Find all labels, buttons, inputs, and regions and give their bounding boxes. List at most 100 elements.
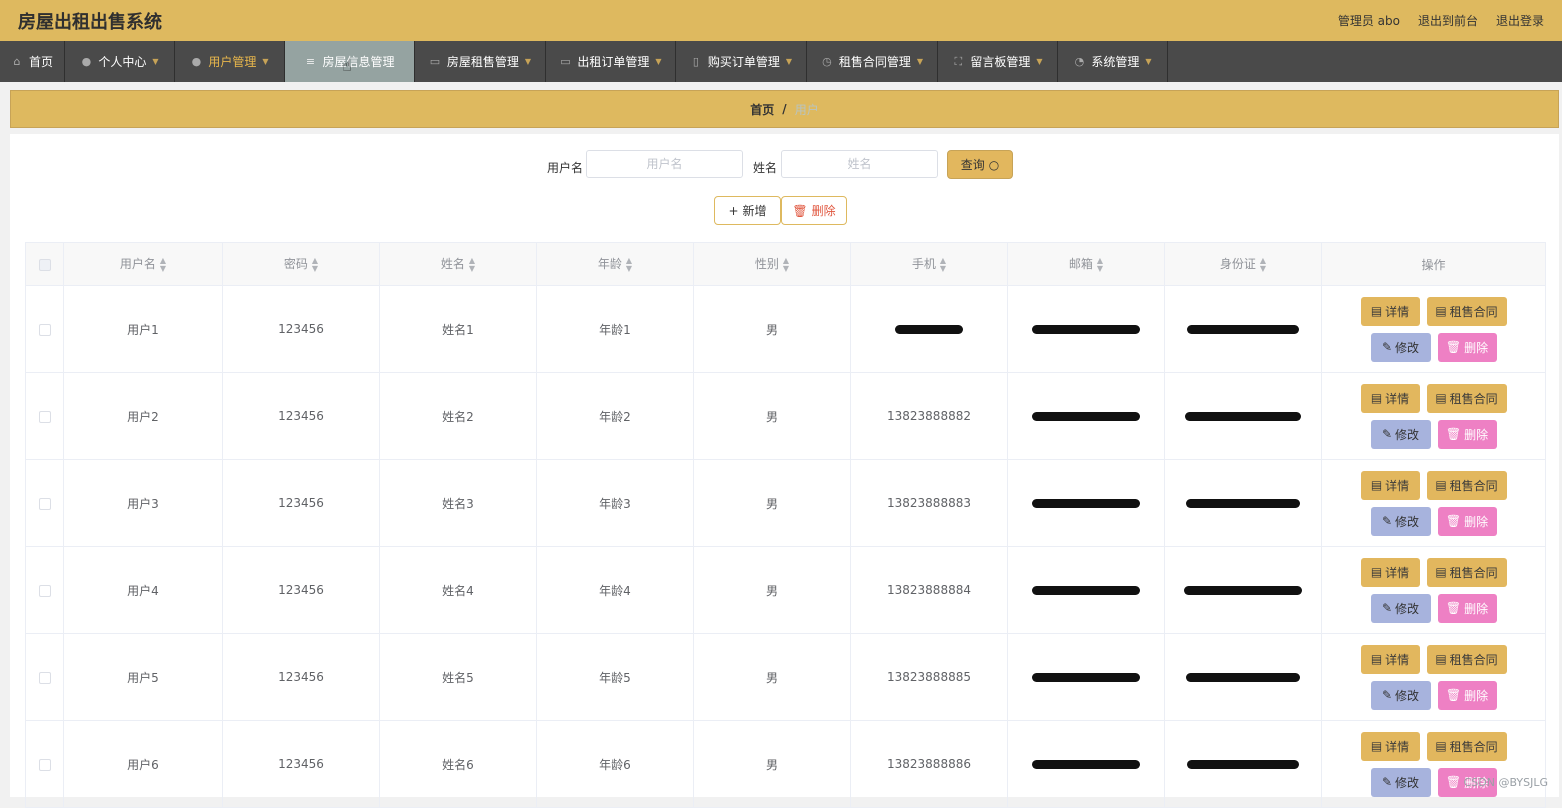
detail-button[interactable]: ▤ 详情 — [1360, 644, 1420, 674]
sort-icon[interactable]: ▲ ▼ — [1097, 256, 1103, 273]
detail-button[interactable]: ▤ 详情 — [1360, 731, 1420, 761]
document-icon: ▤ — [1370, 739, 1383, 753]
nav-item-system-management[interactable]: ◔ 系统管理 ▼ — [1058, 41, 1168, 82]
to-frontend-link[interactable]: 退出到前台 — [1418, 12, 1478, 29]
contract-button[interactable]: ▤ 租售合同 — [1426, 557, 1507, 587]
sort-icon[interactable]: ▲ ▼ — [940, 256, 946, 273]
edit-button[interactable]: ✎ 修改 — [1370, 680, 1431, 710]
cell-email — [1007, 285, 1165, 373]
cell-phone — [850, 285, 1008, 373]
select-all-checkbox[interactable] — [38, 258, 51, 271]
remove-button[interactable]: 🗑 删除 — [1437, 593, 1497, 623]
logout-link[interactable]: 退出登录 — [1496, 12, 1544, 29]
cell-gender: 男 — [693, 633, 851, 721]
redaction-mark — [1032, 760, 1140, 769]
edit-button[interactable]: ✎ 修改 — [1370, 767, 1431, 797]
detail-button[interactable]: ▤ 详情 — [1360, 296, 1420, 326]
sort-icon[interactable]: ▲ ▼ — [783, 256, 789, 273]
chevron-down-icon: ▼ — [524, 57, 532, 66]
row-actions-top: ▤ 详情 ▤ 租售合同 — [1360, 731, 1507, 761]
col-username[interactable]: 用户名 ▲ ▼ — [63, 242, 223, 286]
edit-label: 修改 — [1395, 688, 1420, 703]
watermark: CSDN @BYSJLG — [1463, 776, 1548, 789]
detail-button[interactable]: ▤ 详情 — [1360, 470, 1420, 500]
cell-age: 年龄3 — [536, 459, 694, 547]
hand-cursor-icon: ☝ — [342, 56, 352, 75]
remove-button[interactable]: 🗑 删除 — [1437, 332, 1497, 362]
col-id-card[interactable]: 身份证 ▲ ▼ — [1164, 242, 1322, 286]
detail-button[interactable]: ▤ 详情 — [1360, 383, 1420, 413]
nav-label: 房屋租售管理 — [446, 55, 519, 69]
contract-button[interactable]: ▤ 租售合同 — [1426, 296, 1507, 326]
col-phone[interactable]: 手机 ▲ ▼ — [850, 242, 1008, 286]
nav-item-message-board[interactable]: ⛶ 留言板管理 ▼ — [938, 41, 1058, 82]
row-checkbox[interactable] — [38, 584, 51, 597]
contract-button[interactable]: ▤ 租售合同 — [1426, 731, 1507, 761]
sort-icon[interactable]: ▲ ▼ — [312, 256, 318, 273]
remove-button[interactable]: 🗑 删除 — [1437, 506, 1497, 536]
edit-label: 修改 — [1395, 601, 1420, 616]
sort-icon[interactable]: ▲ ▼ — [469, 256, 475, 273]
redaction-mark — [1186, 673, 1300, 682]
table-row: 用户6 123456 姓名6 年龄6 男 13823888886 ▤ 详情 ▤ 租售… — [25, 720, 1546, 808]
remove-button[interactable]: 🗑 删除 — [1437, 419, 1497, 449]
header-label: 手机 — [911, 257, 936, 272]
nav-item-home[interactable]: ⌂ 首页 — [0, 41, 65, 82]
contract-button[interactable]: ▤ 租售合同 — [1426, 470, 1507, 500]
row-checkbox[interactable] — [38, 758, 51, 771]
sort-icon[interactable]: ▲ ▼ — [160, 256, 166, 273]
detail-label: 详情 — [1385, 739, 1410, 754]
edit-button[interactable]: ✎ 修改 — [1370, 593, 1431, 623]
col-password[interactable]: 密码 ▲ ▼ — [222, 242, 380, 286]
nav-item-house-rent-sale[interactable]: ▭ 房屋租售管理 ▼ — [415, 41, 546, 82]
username-search-input[interactable] — [586, 150, 743, 178]
remove-label: 删除 — [1464, 688, 1489, 703]
col-email[interactable]: 邮箱 ▲ ▼ — [1007, 242, 1165, 286]
nav-item-contract-management[interactable]: ◷ 租售合同管理 ▼ — [807, 41, 938, 82]
remove-label: 删除 — [1464, 601, 1489, 616]
query-button[interactable]: 查询 ○ — [947, 150, 1013, 179]
row-select-cell — [25, 633, 64, 721]
nav-label: 用户管理 — [208, 55, 257, 69]
breadcrumb-home[interactable]: 首页 — [750, 101, 774, 118]
list-icon: ≡ — [305, 55, 316, 68]
breadcrumb-current: 用户 — [794, 102, 819, 117]
nav-label: 购买订单管理 — [707, 55, 780, 69]
header-label: 年龄 — [597, 257, 622, 272]
row-checkbox[interactable] — [38, 497, 51, 510]
name-search-input[interactable] — [781, 150, 938, 178]
fullscreen-icon: ⛶ — [954, 54, 963, 68]
cell-actions: ▤ 详情 ▤ 租售合同 ✎ 修改 🗑 删除 — [1321, 546, 1546, 634]
header-label: 邮箱 — [1068, 257, 1093, 272]
header-label: 性别 — [754, 257, 779, 272]
col-gender[interactable]: 性别 ▲ ▼ — [693, 242, 851, 286]
sort-icon[interactable]: ▲ ▼ — [1260, 256, 1266, 273]
edit-button[interactable]: ✎ 修改 — [1370, 332, 1431, 362]
contract-button[interactable]: ▤ 租售合同 — [1426, 383, 1507, 413]
cell-username: 用户1 — [63, 285, 223, 373]
main-nav: ⌂ 首页 ● 个人中心 ▼ ● 用户管理 ▼ ≡ 房屋信息管理 ▭ 房屋租售管理… — [0, 41, 1562, 82]
nav-item-user-management[interactable]: ● 用户管理 ▼ — [175, 41, 285, 82]
detail-button[interactable]: ▤ 详情 — [1360, 557, 1420, 587]
edit-button[interactable]: ✎ 修改 — [1370, 506, 1431, 536]
sort-icon[interactable]: ▲ ▼ — [626, 256, 632, 273]
col-age[interactable]: 年龄 ▲ ▼ — [536, 242, 694, 286]
row-checkbox[interactable] — [38, 410, 51, 423]
row-actions-top: ▤ 详情 ▤ 租售合同 — [1360, 470, 1507, 500]
remove-button[interactable]: 🗑 删除 — [1437, 680, 1497, 710]
cell-name: 姓名4 — [379, 546, 537, 634]
nav-item-purchase-orders[interactable]: ▯ 购买订单管理 ▼ — [676, 41, 807, 82]
phone-icon: ▯ — [692, 55, 699, 68]
edit-icon: ✎ — [1381, 514, 1393, 528]
row-checkbox[interactable] — [38, 671, 51, 684]
nav-item-rent-orders[interactable]: ▭ 出租订单管理 ▼ — [546, 41, 676, 82]
batch-delete-button[interactable]: 🗑 删除 — [781, 196, 847, 225]
contract-button[interactable]: ▤ 租售合同 — [1426, 644, 1507, 674]
add-button[interactable]: + 新增 — [714, 196, 781, 225]
edit-button[interactable]: ✎ 修改 — [1370, 419, 1431, 449]
row-checkbox[interactable] — [38, 323, 51, 336]
col-name[interactable]: 姓名 ▲ ▼ — [379, 242, 537, 286]
chevron-down-icon: ▼ — [655, 57, 662, 66]
cell-password: 123456 — [222, 720, 380, 808]
nav-item-personal-center[interactable]: ● 个人中心 ▼ — [65, 41, 175, 82]
